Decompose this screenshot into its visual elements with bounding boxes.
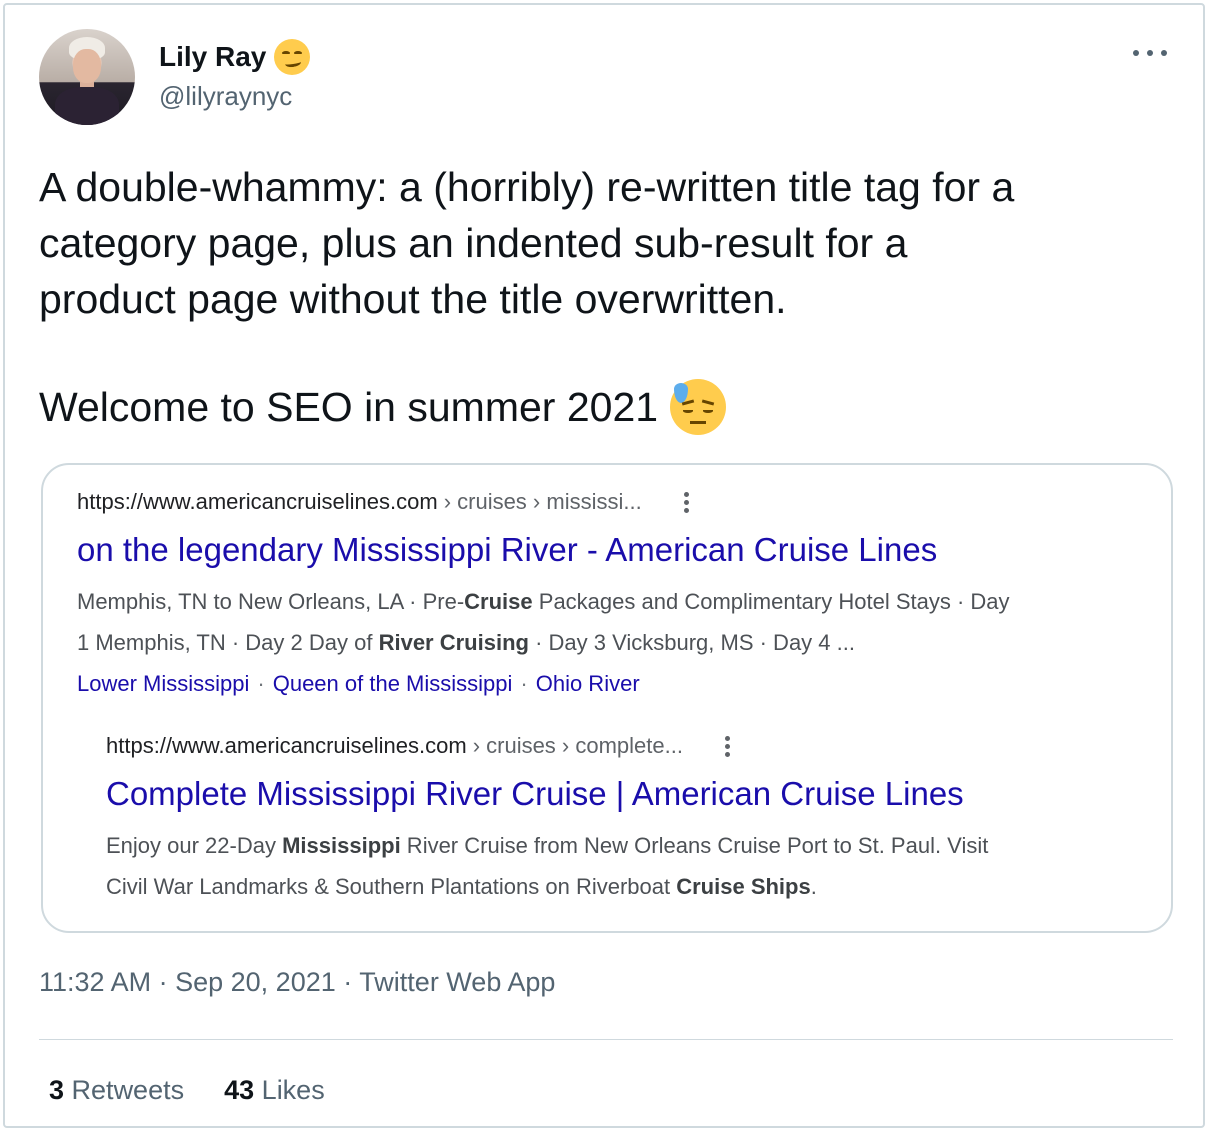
tweet-date[interactable]: Sep 20, 2021: [175, 967, 336, 997]
likes-label: Likes: [261, 1075, 325, 1105]
tweet-text-second: Welcome to SEO in summer 2021: [39, 379, 727, 435]
author-handle[interactable]: @lilyraynyc: [159, 81, 292, 112]
sitelink-queen-of-the-mississippi[interactable]: Queen of the Mississippi: [273, 671, 513, 697]
likes-count: 43: [224, 1075, 255, 1105]
result1-url: https://www.americancruiselines.com › cr…: [77, 489, 689, 515]
meta-separator: ·: [158, 967, 168, 997]
tweet-card: Lily Ray @lilyraynyc A double-whammy: a …: [3, 3, 1205, 1128]
downcast-face-with-sweat-icon: [670, 379, 727, 435]
sitelink-separator: ·: [520, 671, 528, 696]
retweets-count: 3: [49, 1075, 65, 1105]
avatar[interactable]: [39, 29, 135, 125]
result1-domain: https://www.americancruiselines.com: [77, 489, 438, 514]
meta-separator: ·: [343, 967, 353, 997]
likes-stat[interactable]: 43 Likes: [224, 1075, 325, 1106]
avatar-body: [55, 87, 119, 125]
tweet-text: A double-whammy: a (horribly) re-written…: [39, 164, 1015, 322]
result1-snippet-line2: 1 Memphis, TN · Day 2 Day of River Cruis…: [77, 630, 855, 655]
author-name-text[interactable]: Lily Ray: [159, 41, 266, 73]
retweets-label: Retweets: [71, 1075, 185, 1105]
sitelink-lower-mississippi[interactable]: Lower Mississippi: [77, 671, 249, 697]
retweets-stat[interactable]: 3 Retweets: [49, 1075, 184, 1106]
result1-snippet-line1: Memphis, TN to New Orleans, LA · Pre-Cru…: [77, 589, 1010, 614]
result2-snippet-line1: Enjoy our 22-Day Mississippi River Cruis…: [106, 833, 989, 858]
author-name[interactable]: Lily Ray: [159, 39, 311, 75]
tweet-source[interactable]: Twitter Web App: [359, 967, 555, 997]
result1-snippet: Memphis, TN to New Orleans, LA · Pre-Cru…: [77, 581, 1147, 663]
result1-path: › cruises › mississi...: [443, 489, 642, 514]
result2-path: › cruises › complete...: [472, 733, 683, 758]
sitelink-separator: ·: [257, 671, 265, 696]
avatar-face: [73, 49, 101, 83]
result2-url: https://www.americancruiselines.com › cr…: [106, 733, 730, 759]
result2-snippet: Enjoy our 22-Day Mississippi River Cruis…: [106, 825, 1146, 907]
attached-image-serp[interactable]: https://www.americancruiselines.com › cr…: [41, 463, 1173, 933]
result2-domain: https://www.americancruiselines.com: [106, 733, 467, 758]
result2-snippet-line2: Civil War Landmarks & Southern Plantatio…: [106, 874, 817, 899]
more-options-icon[interactable]: [1133, 43, 1167, 63]
result1-sitelinks: Lower Mississippi · Queen of the Mississ…: [77, 671, 640, 697]
tweet-metadata: 11:32 AM · Sep 20, 2021 · Twitter Web Ap…: [39, 967, 555, 998]
result2-title[interactable]: Complete Mississippi River Cruise | Amer…: [106, 775, 964, 813]
smirking-face-icon: [274, 39, 311, 75]
result1-title[interactable]: on the legendary Mississippi River - Ame…: [77, 531, 937, 569]
result2-more-icon[interactable]: [724, 735, 730, 757]
tweet-time[interactable]: 11:32 AM: [39, 967, 151, 997]
sitelink-ohio-river[interactable]: Ohio River: [536, 671, 640, 697]
tweet-text-line: Welcome to SEO in summer 2021: [39, 384, 659, 430]
divider: [39, 1039, 1173, 1040]
result1-more-icon[interactable]: [683, 491, 689, 513]
tweet-stats: 3 Retweets 43 Likes: [49, 1075, 325, 1106]
